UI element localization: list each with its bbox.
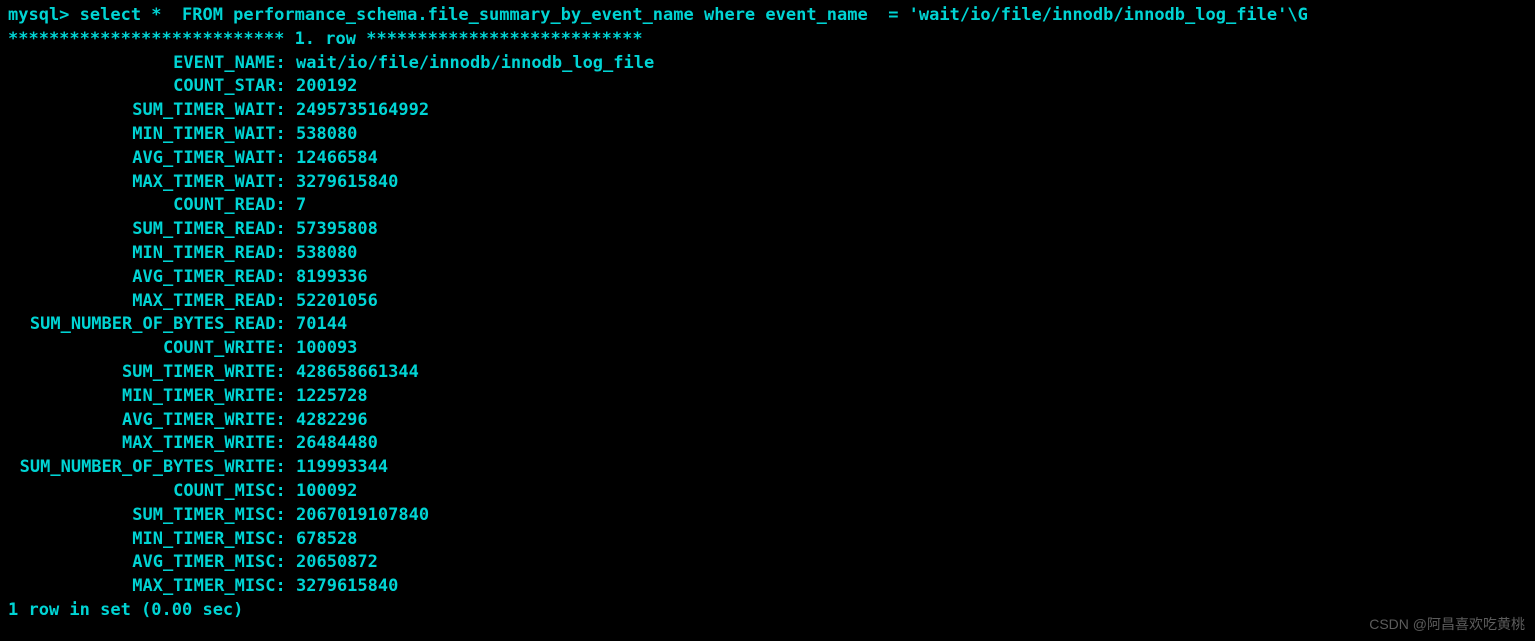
- result-row: COUNT_WRITE: 100093: [8, 337, 1527, 361]
- field-value: 2495735164992: [296, 99, 429, 123]
- field-value: 2067019107840: [296, 504, 429, 528]
- field-value: 3279615840: [296, 171, 398, 195]
- field-name: SUM_NUMBER_OF_BYTES_READ:: [8, 313, 296, 337]
- result-row: COUNT_MISC: 100092: [8, 480, 1527, 504]
- result-row: COUNT_STAR: 200192: [8, 75, 1527, 99]
- field-value: 70144: [296, 313, 347, 337]
- field-name: MIN_TIMER_WRITE:: [8, 385, 296, 409]
- result-row: SUM_TIMER_MISC: 2067019107840: [8, 504, 1527, 528]
- field-value: 12466584: [296, 147, 378, 171]
- field-name: MAX_TIMER_MISC:: [8, 575, 296, 599]
- watermark: CSDN @阿昌喜欢吃黄桃: [1369, 615, 1525, 635]
- result-row: MAX_TIMER_READ: 52201056: [8, 290, 1527, 314]
- field-name: AVG_TIMER_READ:: [8, 266, 296, 290]
- result-row: MAX_TIMER_WAIT: 3279615840: [8, 171, 1527, 195]
- field-value: 4282296: [296, 409, 368, 433]
- field-name: SUM_NUMBER_OF_BYTES_WRITE:: [8, 456, 296, 480]
- field-value: 52201056: [296, 290, 378, 314]
- field-name: MIN_TIMER_MISC:: [8, 528, 296, 552]
- result-row: MIN_TIMER_WAIT: 538080: [8, 123, 1527, 147]
- result-row: SUM_TIMER_WRITE: 428658661344: [8, 361, 1527, 385]
- field-value: 20650872: [296, 551, 378, 575]
- result-rows: EVENT_NAME: wait/io/file/innodb/innodb_l…: [8, 52, 1527, 599]
- field-value: 7: [296, 194, 306, 218]
- field-value: 538080: [296, 123, 357, 147]
- field-name: AVG_TIMER_WRITE:: [8, 409, 296, 433]
- field-value: 1225728: [296, 385, 368, 409]
- result-row: AVG_TIMER_READ: 8199336: [8, 266, 1527, 290]
- field-value: 26484480: [296, 432, 378, 456]
- result-row: SUM_NUMBER_OF_BYTES_WRITE: 119993344: [8, 456, 1527, 480]
- result-row: SUM_TIMER_WAIT: 2495735164992: [8, 99, 1527, 123]
- field-value: 100093: [296, 337, 357, 361]
- field-name: SUM_TIMER_READ:: [8, 218, 296, 242]
- result-row: AVG_TIMER_WRITE: 4282296: [8, 409, 1527, 433]
- result-row: AVG_TIMER_WAIT: 12466584: [8, 147, 1527, 171]
- field-value: 200192: [296, 75, 357, 99]
- result-row: MAX_TIMER_MISC: 3279615840: [8, 575, 1527, 599]
- field-name: EVENT_NAME:: [8, 52, 296, 76]
- result-row: MIN_TIMER_READ: 538080: [8, 242, 1527, 266]
- result-row: SUM_NUMBER_OF_BYTES_READ: 70144: [8, 313, 1527, 337]
- field-value: 3279615840: [296, 575, 398, 599]
- field-name: MIN_TIMER_READ:: [8, 242, 296, 266]
- field-value: 100092: [296, 480, 357, 504]
- field-value: 538080: [296, 242, 357, 266]
- field-name: SUM_TIMER_WRITE:: [8, 361, 296, 385]
- result-row: COUNT_READ: 7: [8, 194, 1527, 218]
- result-row: MIN_TIMER_MISC: 678528: [8, 528, 1527, 552]
- field-value: 428658661344: [296, 361, 419, 385]
- field-value: 8199336: [296, 266, 368, 290]
- field-value: 678528: [296, 528, 357, 552]
- result-row: AVG_TIMER_MISC: 20650872: [8, 551, 1527, 575]
- field-name: COUNT_READ:: [8, 194, 296, 218]
- field-name: COUNT_STAR:: [8, 75, 296, 99]
- result-row: MIN_TIMER_WRITE: 1225728: [8, 385, 1527, 409]
- mysql-prompt: mysql>: [8, 5, 80, 25]
- field-name: MAX_TIMER_WRITE:: [8, 432, 296, 456]
- command-line[interactable]: mysql> select * FROM performance_schema.…: [8, 4, 1527, 28]
- field-name: COUNT_MISC:: [8, 480, 296, 504]
- field-name: SUM_TIMER_MISC:: [8, 504, 296, 528]
- field-value: 57395808: [296, 218, 378, 242]
- result-row: SUM_TIMER_READ: 57395808: [8, 218, 1527, 242]
- field-name: MIN_TIMER_WAIT:: [8, 123, 296, 147]
- row-header: *************************** 1. row *****…: [8, 28, 1527, 52]
- field-name: AVG_TIMER_WAIT:: [8, 147, 296, 171]
- field-value: wait/io/file/innodb/innodb_log_file: [296, 52, 654, 76]
- field-name: MAX_TIMER_READ:: [8, 290, 296, 314]
- result-row: EVENT_NAME: wait/io/file/innodb/innodb_l…: [8, 52, 1527, 76]
- field-name: SUM_TIMER_WAIT:: [8, 99, 296, 123]
- result-row: MAX_TIMER_WRITE: 26484480: [8, 432, 1527, 456]
- field-name: COUNT_WRITE:: [8, 337, 296, 361]
- field-name: AVG_TIMER_MISC:: [8, 551, 296, 575]
- field-name: MAX_TIMER_WAIT:: [8, 171, 296, 195]
- field-value: 119993344: [296, 456, 388, 480]
- result-footer: 1 row in set (0.00 sec): [8, 599, 1527, 623]
- sql-command: select * FROM performance_schema.file_su…: [80, 5, 1308, 25]
